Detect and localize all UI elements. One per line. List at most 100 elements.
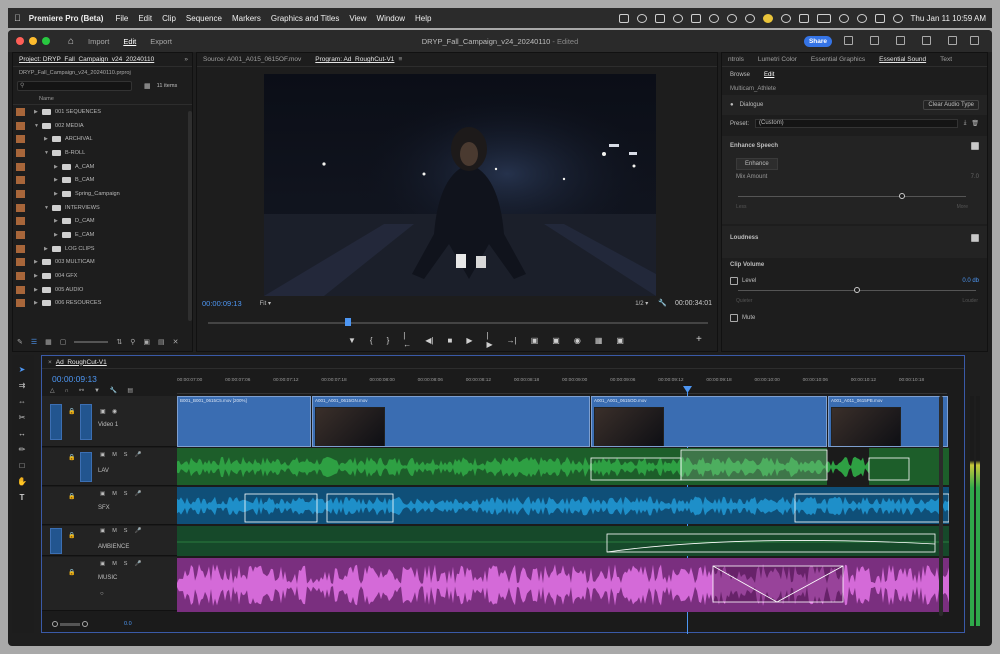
timeline-horizontal-scrollbar[interactable]: 0.0 <box>52 620 952 628</box>
monitor-scrub-bar[interactable] <box>208 318 708 326</box>
ripple-edit-tool-icon[interactable]: ⇔ <box>17 397 27 407</box>
tab-sequence[interactable]: Ad_RoughCut-V1 <box>56 359 107 366</box>
slip-tool-icon[interactable]: ↔ <box>17 429 27 439</box>
enhance-speech-checkbox[interactable] <box>971 142 979 150</box>
tab-project[interactable]: Project: DRYP_Fall_Campaign_v24_20240110 <box>19 56 154 63</box>
status-icon[interactable] <box>708 13 719 23</box>
chevron-right-icon[interactable]: ▶ <box>54 191 62 197</box>
project-tree-item[interactable]: ▶ 001 SEQUENCES <box>13 105 192 119</box>
video-clip[interactable]: A001_A001_0615GN.mov <box>312 396 590 447</box>
tab-source-monitor[interactable]: Source: A001_A015_0615OF.mov <box>203 56 301 63</box>
program-video-frame[interactable] <box>264 74 656 296</box>
timeline-timecode[interactable]: 00:00:09:13 <box>52 374 97 384</box>
wifi-icon[interactable] <box>838 13 849 23</box>
label-color-swatch[interactable] <box>16 203 25 212</box>
chevron-right-icon[interactable]: ▶ <box>34 259 42 265</box>
workspace-export[interactable]: Export <box>150 37 172 46</box>
menu-view[interactable]: View <box>349 14 366 23</box>
track-name-lav[interactable]: LAV <box>98 468 109 474</box>
video-clip[interactable]: B001_B001_0615C5.mov [200%] <box>177 396 311 447</box>
playhead-timecode[interactable]: 00:00:09:13 <box>202 299 242 308</box>
workspace-edit[interactable]: Edit <box>123 37 136 46</box>
nest-icon[interactable]: △ <box>50 387 55 394</box>
label-color-swatch[interactable] <box>16 189 25 198</box>
new-bin-icon[interactable]: ▣ <box>143 338 150 346</box>
enhance-button[interactable]: Enhance <box>736 158 778 170</box>
video-clip[interactable]: A001_A001_0615OD.mov <box>591 396 827 447</box>
apple-icon[interactable]:  <box>14 13 21 23</box>
label-color-swatch[interactable] <box>16 285 25 294</box>
zoom-window-button[interactable] <box>42 37 50 45</box>
icon-view-icon[interactable]: ▦ <box>45 338 52 346</box>
lock-icon[interactable]: 🔒 <box>68 408 75 415</box>
search-icon[interactable] <box>856 13 867 23</box>
menu-clip[interactable]: Clip <box>162 14 176 23</box>
snap-icon[interactable]: ∩ <box>65 388 69 394</box>
bluetooth-icon[interactable] <box>798 13 809 23</box>
menu-help[interactable]: Help <box>415 14 431 23</box>
lift-icon[interactable]: ▣ <box>531 336 539 345</box>
tab-lumetri-color[interactable]: Lumetri Color <box>758 56 797 63</box>
freeform-view-icon[interactable]: ▢ <box>60 338 67 346</box>
workspace-import[interactable]: Import <box>88 37 109 46</box>
menu-window[interactable]: Window <box>377 14 405 23</box>
lock-icon[interactable]: 🔒 <box>68 532 75 539</box>
loudness-checkbox[interactable] <box>971 234 979 242</box>
project-tree-item[interactable]: ▶ B_CAM <box>13 173 192 187</box>
chevron-right-icon[interactable]: ▶ <box>44 136 52 142</box>
label-color-swatch[interactable] <box>16 148 25 157</box>
zoom-handle-left-icon[interactable] <box>52 621 58 627</box>
sort-icon[interactable]: ⇅ <box>116 338 122 346</box>
chevron-down-icon[interactable]: ▼ <box>44 150 52 156</box>
label-color-swatch[interactable] <box>16 258 25 267</box>
wrench-icon[interactable]: 🔧 <box>658 299 667 307</box>
find-icon[interactable]: ⚲ <box>130 338 135 346</box>
label-color-swatch[interactable] <box>16 217 25 226</box>
chevron-down-icon[interactable]: ▼ <box>44 205 52 211</box>
selection-tool-icon[interactable]: ➤ <box>17 365 27 375</box>
mute-track-button[interactable]: M <box>112 528 117 534</box>
download-icon[interactable]: ⤓ <box>964 120 967 127</box>
status-icon[interactable] <box>618 13 629 23</box>
quick-actions-icon[interactable] <box>922 36 931 45</box>
track-name-ambience[interactable]: AMBIENCE <box>98 544 129 550</box>
workspace-menu-icon[interactable] <box>896 36 905 45</box>
export-frame-icon[interactable]: ◉ <box>574 336 581 345</box>
source-patch-v1[interactable] <box>50 404 62 440</box>
clear-audio-type-button[interactable]: Clear Audio Type <box>923 100 979 110</box>
lock-icon[interactable]: 🔒 <box>68 569 75 576</box>
resolution-dropdown[interactable]: 1/2 ▾ <box>635 300 648 307</box>
siri-icon[interactable] <box>892 13 903 23</box>
column-header-name[interactable]: Name <box>13 93 192 105</box>
chevron-right-icon[interactable]: ▶ <box>34 300 42 306</box>
new-bin-icon[interactable]: ▦ <box>144 82 151 90</box>
track-target-a1[interactable] <box>80 452 92 482</box>
chevron-right-icon[interactable]: ▶ <box>34 109 42 115</box>
audio-tracks[interactable] <box>177 448 949 613</box>
project-tree-item[interactable]: ▶ 004 GFX <box>13 269 192 283</box>
track-name-music[interactable]: MUSIC <box>98 575 117 581</box>
sync-lock-icon[interactable]: ▣ <box>100 491 105 497</box>
solo-track-button[interactable]: S <box>124 528 128 534</box>
sync-lock-icon[interactable]: ▣ <box>100 452 105 458</box>
project-search-input[interactable]: ⚲ <box>17 81 132 91</box>
chevron-right-icon[interactable]: ▶ <box>54 177 62 183</box>
eye-icon[interactable]: ◉ <box>112 408 117 415</box>
tab-essential-graphics[interactable]: Essential Graphics <box>811 56 865 63</box>
zoom-value[interactable]: 0.0 <box>124 621 132 627</box>
menu-file[interactable]: File <box>115 14 128 23</box>
project-tree-item[interactable]: ▶ 006 RESOURCES <box>13 297 192 311</box>
label-color-swatch[interactable] <box>16 121 25 130</box>
mute-track-button[interactable]: M <box>112 561 117 567</box>
tab-effect-controls[interactable]: ntrols <box>728 56 744 63</box>
creative-cloud-icon[interactable] <box>672 13 683 23</box>
status-icon[interactable] <box>690 13 701 23</box>
sync-lock-icon[interactable]: ▣ <box>100 561 105 567</box>
tab-essential-sound[interactable]: Essential Sound <box>879 56 926 63</box>
chevron-right-icon[interactable]: ▶ <box>44 246 52 252</box>
label-color-swatch[interactable] <box>16 299 25 308</box>
list-view-icon[interactable]: ☰ <box>31 338 37 346</box>
export-share-icon[interactable] <box>870 36 879 45</box>
mark-out-icon[interactable]: } <box>387 336 390 345</box>
project-scrollbar[interactable] <box>188 111 192 321</box>
